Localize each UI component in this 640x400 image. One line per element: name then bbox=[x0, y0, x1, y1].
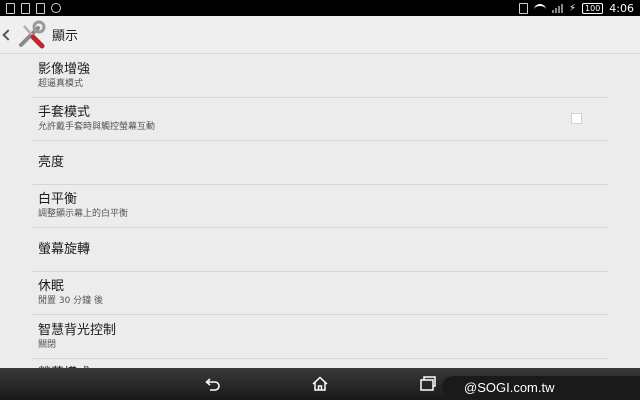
charging-icon: ⚡ bbox=[568, 2, 577, 14]
setting-image-enhancement[interactable]: 影像增強 超逼真模式 bbox=[32, 54, 608, 98]
signal-icon bbox=[551, 3, 563, 13]
setting-label: 手套模式 bbox=[38, 105, 91, 121]
setting-sleep[interactable]: 休眠 閒置 30 分鐘 後 bbox=[32, 272, 608, 315]
home-icon[interactable] bbox=[310, 374, 330, 394]
download-icon bbox=[6, 2, 15, 14]
settings-tools-icon[interactable] bbox=[16, 20, 46, 50]
setting-smart-backlight[interactable]: 智慧背光控制 關閉 bbox=[32, 315, 608, 359]
setting-summary: 閒置 30 分鐘 後 bbox=[38, 296, 104, 307]
setting-label: 亮度 bbox=[38, 154, 65, 170]
setting-glove-mode[interactable]: 手套模式 允許戴手套時與觸控螢幕互動 bbox=[32, 98, 608, 141]
setting-summary: 允許戴手套時與觸控螢幕互動 bbox=[38, 122, 156, 133]
status-clock: 4:06 bbox=[609, 1, 634, 15]
image-icon bbox=[36, 2, 45, 14]
battery-indicator: 100 bbox=[582, 2, 604, 14]
settings-list: 影像增強 超逼真模式 手套模式 允許戴手套時與觸控螢幕互動 亮度 白平衡 調整顯… bbox=[32, 54, 608, 375]
back-icon[interactable] bbox=[202, 374, 222, 394]
notification-icon bbox=[51, 3, 61, 13]
system-icons: ⚡ 100 4:06 bbox=[518, 1, 634, 15]
setting-summary: 超逼真模式 bbox=[38, 78, 84, 89]
nfc-icon bbox=[518, 2, 528, 14]
setting-summary: 調整顯示幕上的白平衡 bbox=[38, 209, 129, 220]
recent-apps-icon[interactable] bbox=[418, 374, 438, 394]
back-chevron-icon[interactable] bbox=[2, 28, 14, 41]
setting-white-balance[interactable]: 白平衡 調整顯示幕上的白平衡 bbox=[32, 185, 608, 228]
action-bar: 顯示 bbox=[0, 16, 640, 54]
setting-label: 智慧背光控制 bbox=[38, 322, 117, 338]
lock-icon bbox=[21, 2, 30, 14]
watermark: @SOGI.com.tw bbox=[442, 376, 640, 398]
setting-label: 影像增強 bbox=[38, 61, 91, 77]
status-bar: ⚡ 100 4:06 bbox=[0, 0, 640, 16]
notification-icons bbox=[6, 2, 61, 14]
setting-summary: 關閉 bbox=[38, 339, 57, 350]
setting-label: 休眠 bbox=[38, 279, 65, 295]
setting-label: 白平衡 bbox=[38, 192, 78, 208]
wifi-icon bbox=[533, 4, 546, 12]
setting-label: 螢幕旋轉 bbox=[38, 241, 91, 257]
glove-mode-checkbox[interactable] bbox=[571, 112, 582, 124]
setting-auto-rotate[interactable]: 螢幕旋轉 bbox=[32, 228, 608, 272]
page-title: 顯示 bbox=[52, 29, 79, 44]
setting-brightness[interactable]: 亮度 bbox=[32, 141, 608, 185]
